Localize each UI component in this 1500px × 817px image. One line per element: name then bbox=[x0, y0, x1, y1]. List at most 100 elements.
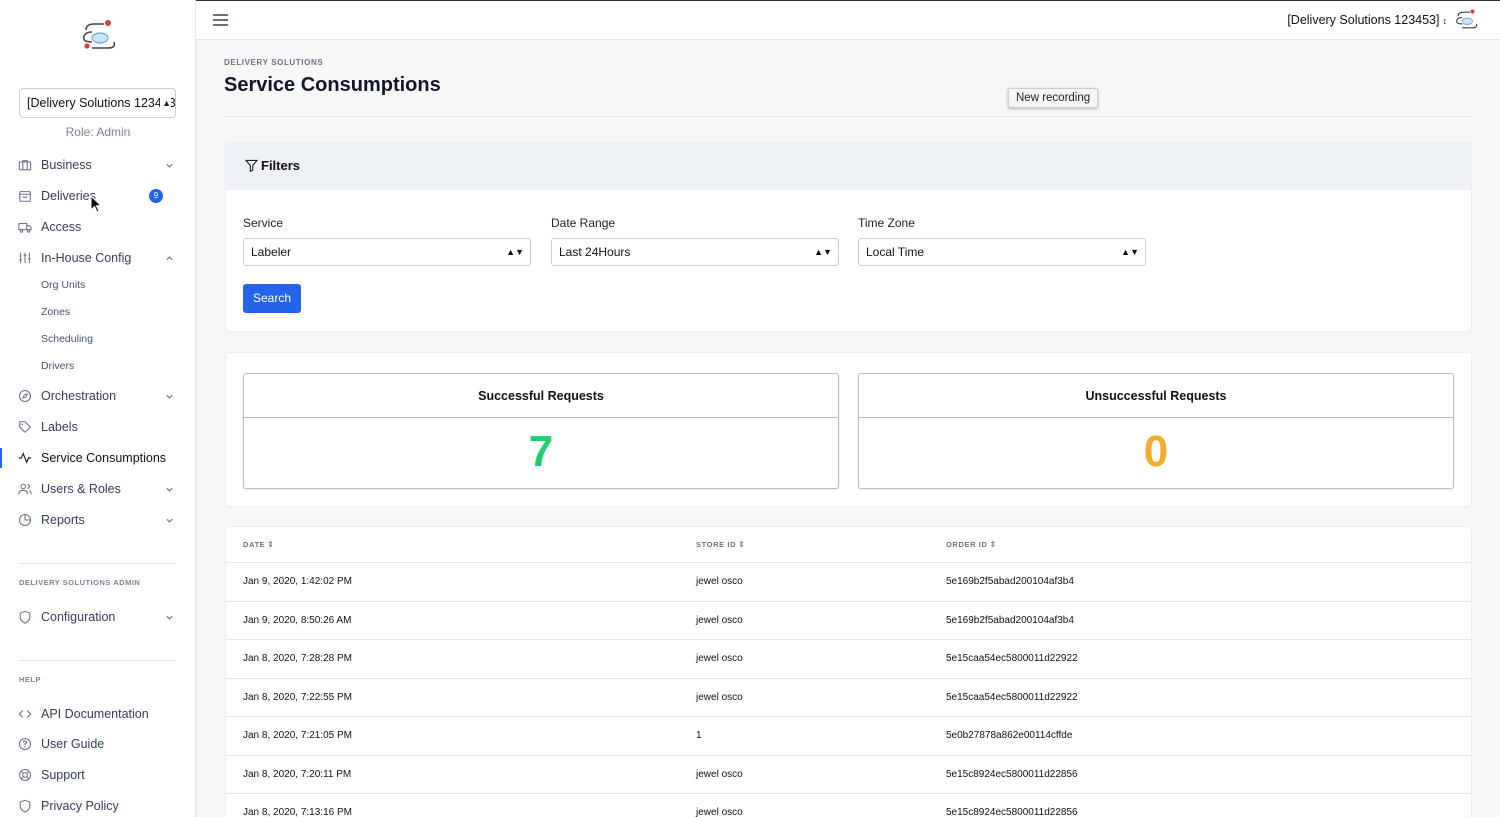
sidebar-item-label: Configuration bbox=[41, 610, 116, 624]
chevron-up-icon bbox=[166, 255, 173, 260]
shield-icon bbox=[19, 799, 31, 813]
admin-section-label: DELIVERY SOLUTIONS ADMIN bbox=[19, 578, 141, 587]
sidebar-item-users-roles[interactable]: Users & Roles bbox=[0, 477, 196, 501]
sort-icon: ⇕ bbox=[738, 540, 746, 549]
sidebar-item-access[interactable]: Access bbox=[0, 215, 196, 239]
sidebar-subitem-scheduling[interactable]: Scheduling bbox=[41, 333, 93, 345]
table-row[interactable]: Jan 9, 2020, 8:50:26 AM jewel osco 5e169b2… bbox=[226, 600, 1471, 640]
column-header-label: ORDER ID bbox=[946, 540, 988, 549]
unsuccessful-requests-label: Unsuccessful Requests bbox=[859, 374, 1453, 418]
sidebar-item-label: Orchestration bbox=[41, 389, 117, 403]
role-label: Role: Admin bbox=[65, 125, 131, 139]
menu-icon[interactable] bbox=[213, 14, 228, 26]
consumptions-table: DATE ⇕ STORE ID ⇕ ORDER ID ⇕ Jan 9, 2020, 1… bbox=[225, 526, 1472, 817]
search-button[interactable]: Search bbox=[243, 284, 301, 313]
briefcase-icon bbox=[18, 160, 32, 171]
filters-header: Filters bbox=[226, 143, 1471, 190]
sidebar-item-label: Users & Roles bbox=[41, 482, 121, 496]
compass-icon bbox=[18, 389, 32, 403]
sidebar-item-label: API Documentation bbox=[41, 707, 149, 721]
sidebar-subitem-drivers[interactable]: Drivers bbox=[41, 360, 74, 372]
sidebar-item-label: Access bbox=[41, 220, 82, 234]
chevron-down-icon bbox=[166, 615, 173, 620]
sidebar-item-label: User Guide bbox=[41, 737, 105, 751]
cell-order-id: 5e15c8924ec5800011d22856 bbox=[946, 807, 1078, 817]
sidebar-item-label: Labels bbox=[41, 420, 78, 434]
sidebar-subitem-zones[interactable]: Zones bbox=[41, 306, 70, 318]
sidebar-item-label: Reports bbox=[41, 513, 85, 527]
cell-store-id: jewel osco bbox=[696, 768, 743, 780]
new-recording-tooltip: New recording bbox=[1008, 88, 1099, 108]
date-range-select-value: Last 24Hours bbox=[559, 245, 631, 259]
sidebar-subitem-org-units[interactable]: Org Units bbox=[41, 279, 85, 291]
account-select[interactable]: [Delivery Solutions 123453] ▲ bbox=[19, 88, 176, 118]
sidebar-item-privacy-policy[interactable]: Privacy Policy bbox=[0, 794, 196, 817]
topbar-account-value: [Delivery Solutions 123453] bbox=[1287, 13, 1440, 27]
filters-card: Filters Service Labeler ▲▼ Date Range La… bbox=[225, 142, 1472, 332]
service-label: Service bbox=[243, 216, 284, 230]
successful-requests-box: Successful Requests 7 bbox=[243, 373, 839, 489]
column-header-label: DATE bbox=[243, 540, 266, 549]
sidebar-item-label: In-House Config bbox=[41, 251, 132, 265]
sidebar-item-orchestration[interactable]: Orchestration bbox=[0, 384, 196, 408]
filter-icon bbox=[245, 159, 258, 172]
sidebar-divider bbox=[19, 563, 176, 564]
cell-order-id: 5e169b2f5abad200104af3b4 bbox=[946, 576, 1074, 587]
column-header-label: STORE ID bbox=[696, 540, 737, 549]
chevron-down-icon bbox=[166, 163, 173, 168]
life-buoy-icon bbox=[18, 768, 32, 782]
sidebar-item-support[interactable]: Support bbox=[0, 763, 196, 787]
table-row[interactable]: Jan 8, 2020, 7:21:05 PM 1 5e0b27878a862e00… bbox=[226, 716, 1471, 755]
mouse-cursor-icon bbox=[90, 195, 102, 213]
logo-icon[interactable] bbox=[78, 18, 118, 54]
select-arrows-icon: ↕ bbox=[1442, 16, 1448, 26]
pie-chart-icon bbox=[18, 513, 32, 527]
time-zone-select[interactable]: Local Time ▲▼ bbox=[858, 238, 1146, 266]
select-arrows-icon: ▲▼ bbox=[814, 247, 832, 257]
select-arrows-icon: ▲▼ bbox=[506, 247, 524, 257]
sidebar-item-user-guide[interactable]: User Guide bbox=[0, 732, 196, 756]
bag-icon bbox=[19, 191, 31, 202]
select-arrows-icon: ▲ bbox=[160, 89, 171, 117]
sort-icon: ⇕ bbox=[267, 540, 275, 549]
date-range-label: Date Range bbox=[551, 216, 616, 230]
time-zone-label: Time Zone bbox=[858, 216, 915, 230]
user-logo-icon[interactable] bbox=[1453, 8, 1479, 32]
sidebar-item-service-consumptions[interactable]: Service Consumptions bbox=[0, 446, 196, 470]
sidebar-item-label: Service Consumptions bbox=[41, 451, 167, 465]
stats-card: Successful Requests 7 Unsuccessful Reque… bbox=[225, 352, 1472, 507]
service-select[interactable]: Labeler ▲▼ bbox=[243, 238, 531, 266]
help-section-label: HELP bbox=[19, 675, 42, 684]
topbar: [Delivery Solutions 123453] ↕ bbox=[196, 0, 1500, 40]
table-row[interactable]: Jan 8, 2020, 7:28:28 PM jewel osco 5e15caa… bbox=[226, 639, 1471, 678]
sidebar-item-label: Support bbox=[41, 768, 85, 782]
shield-icon bbox=[19, 610, 31, 624]
sidebar-item-business[interactable]: Business bbox=[0, 153, 196, 177]
chevron-down-icon bbox=[166, 394, 173, 399]
table-row[interactable]: Jan 8, 2020, 7:13:16 PM jewel osco 5e15c89… bbox=[226, 793, 1471, 817]
filters-title: Filters bbox=[261, 158, 301, 173]
sidebar-item-api-documentation[interactable]: API Documentation bbox=[0, 702, 196, 726]
sidebar-item-configuration[interactable]: Configuration bbox=[0, 605, 196, 629]
breadcrumb[interactable]: DELIVERY SOLUTIONS bbox=[224, 58, 323, 67]
code-icon bbox=[18, 710, 32, 718]
column-header-date[interactable]: DATE ⇕ bbox=[243, 540, 275, 549]
table-row[interactable]: Jan 9, 2020, 1:42:02 PM jewel osco 5e169b2… bbox=[226, 562, 1471, 601]
service-select-value: Labeler bbox=[251, 245, 292, 259]
select-arrows-icon: ▲▼ bbox=[1121, 247, 1139, 257]
successful-requests-count: 7 bbox=[528, 427, 554, 476]
column-header-store-id[interactable]: STORE ID ⇕ bbox=[696, 540, 745, 549]
sidebar-item-labels[interactable]: Labels bbox=[0, 415, 196, 439]
table-row[interactable]: Jan 8, 2020, 7:22:55 PM jewel osco 5e15caa… bbox=[226, 677, 1471, 717]
cell-date: Jan 9, 2020, 1:42:02 PM bbox=[243, 576, 352, 587]
topbar-account-select[interactable]: [Delivery Solutions 123453] ↕ bbox=[1287, 13, 1447, 27]
sidebar-item-reports[interactable]: Reports bbox=[0, 508, 196, 532]
successful-requests-label: Successful Requests bbox=[244, 374, 838, 418]
cell-order-id: 5e0b27878a862e00114cffde bbox=[946, 730, 1073, 741]
sidebar-item-in-house-config[interactable]: In-House Config bbox=[0, 246, 196, 270]
date-range-select[interactable]: Last 24Hours ▲▼ bbox=[551, 238, 839, 266]
cell-store-id: 1 bbox=[696, 730, 702, 741]
sidebar: [Delivery Solutions 123453] ▲ Role: Admi… bbox=[0, 0, 196, 817]
table-row[interactable]: Jan 8, 2020, 7:20:11 PM jewel osco 5e15c89… bbox=[226, 754, 1471, 794]
column-header-order-id[interactable]: ORDER ID ⇕ bbox=[946, 540, 997, 549]
